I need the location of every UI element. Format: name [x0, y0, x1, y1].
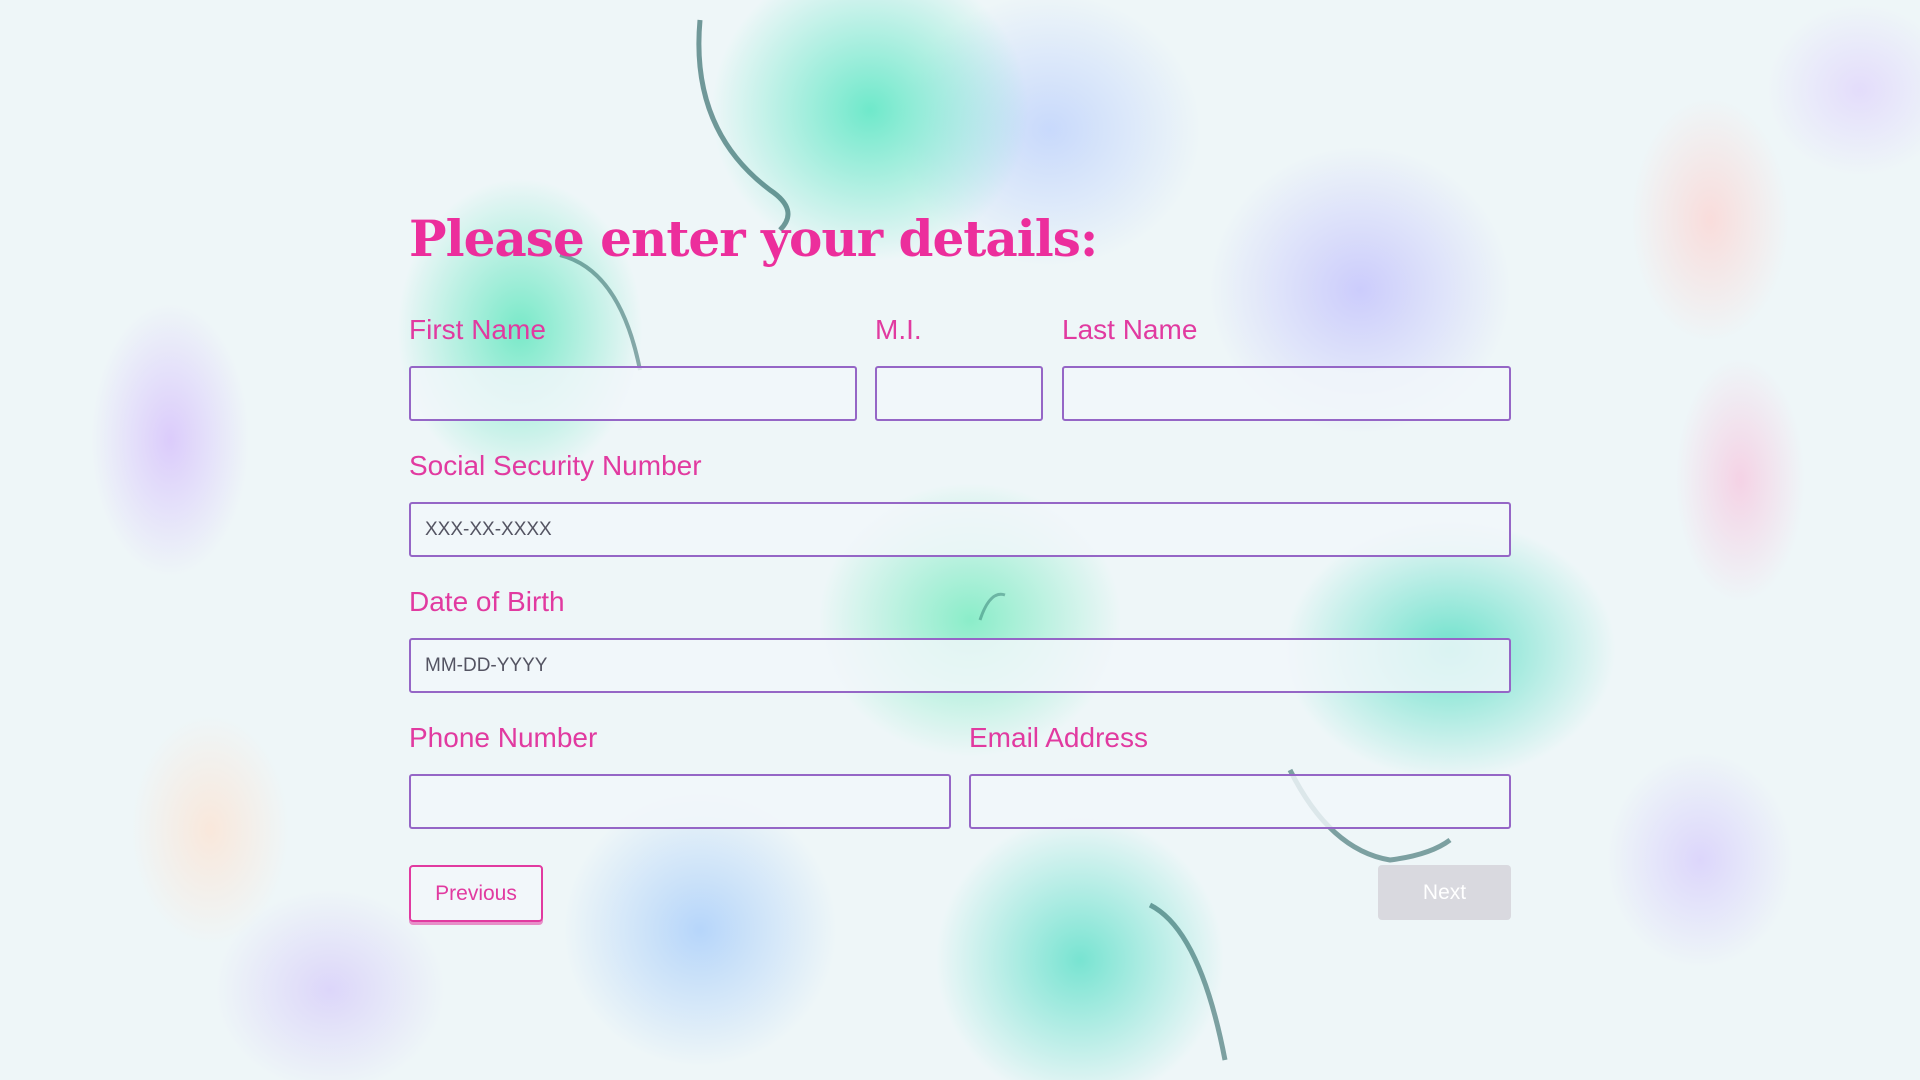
phone-label: Phone Number	[409, 722, 598, 753]
last-name-field[interactable]	[1062, 366, 1511, 421]
last-name-label: Last Name	[1062, 314, 1198, 345]
form-heading: Please enter your details:	[409, 209, 1098, 268]
middle-initial-field[interactable]	[875, 366, 1043, 421]
next-button[interactable]: Next	[1378, 865, 1511, 920]
email-field[interactable]	[969, 774, 1511, 829]
email-label: Email Address	[969, 722, 1148, 753]
ssn-label: Social Security Number	[409, 450, 702, 481]
first-name-field[interactable]	[409, 366, 857, 421]
dob-field[interactable]	[409, 638, 1511, 693]
ssn-field[interactable]	[409, 502, 1511, 557]
middle-initial-label: M.I.	[875, 314, 922, 345]
phone-field[interactable]	[409, 774, 951, 829]
first-name-label: First Name	[409, 314, 546, 345]
dob-label: Date of Birth	[409, 586, 565, 617]
previous-button[interactable]: Previous	[409, 865, 543, 922]
